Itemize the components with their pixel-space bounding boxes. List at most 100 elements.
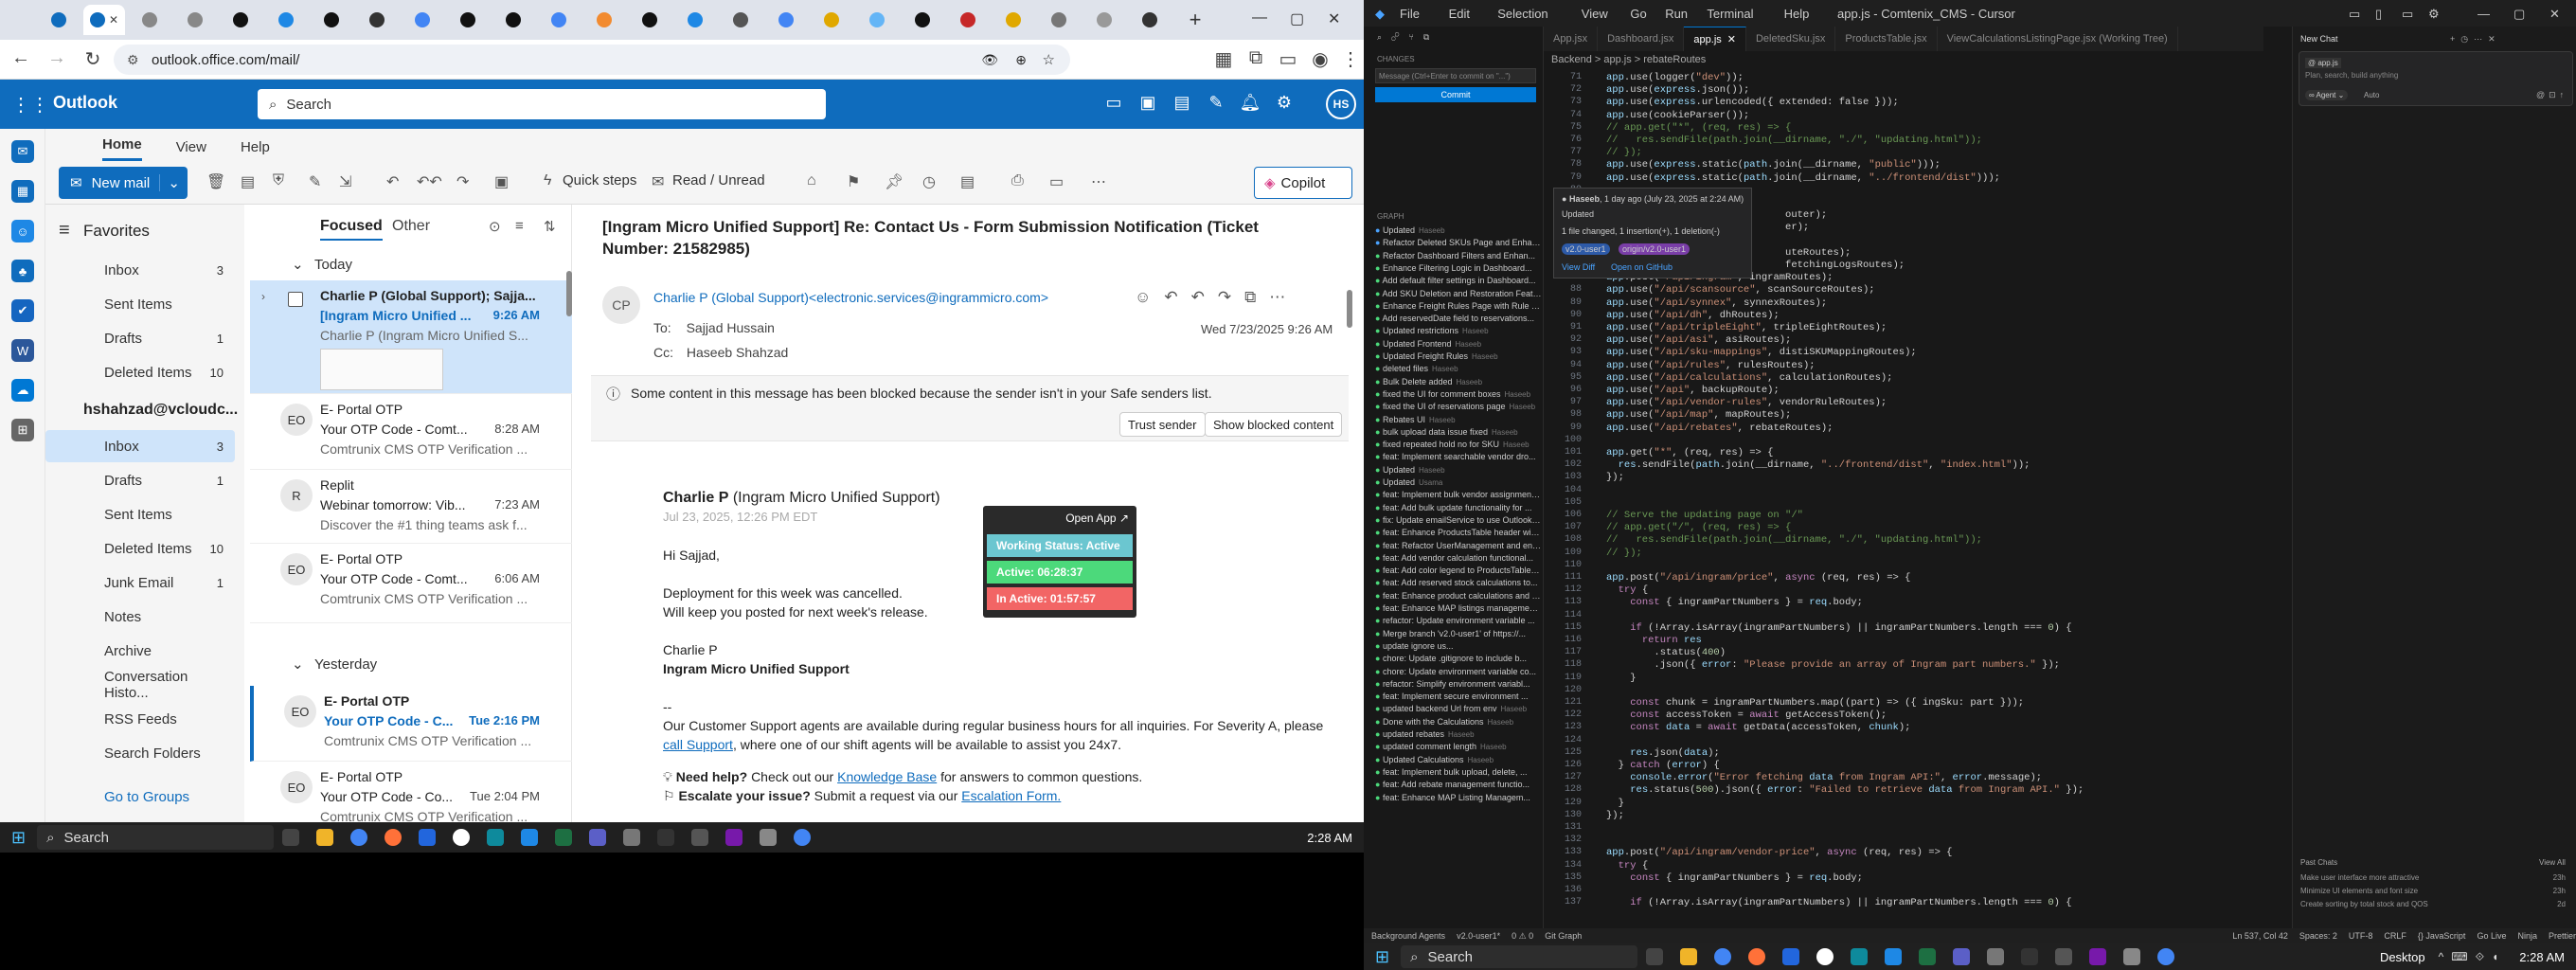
- browser-tab[interactable]: [1129, 5, 1171, 35]
- chrome-icon[interactable]: [1714, 948, 1732, 965]
- commit-item[interactable]: ● feat: Refactor UserManagement and en..…: [1375, 541, 1542, 550]
- commit-item[interactable]: ● updated comment length Haseeb: [1375, 742, 1542, 751]
- reply-icon[interactable]: ↶: [386, 172, 399, 191]
- read-unread-icon[interactable]: ✉: [652, 172, 664, 191]
- folder-item[interactable]: Archive: [45, 635, 235, 667]
- commit-item[interactable]: ● Enhance Filtering Logic in Dashboard..…: [1375, 263, 1542, 273]
- commit-item[interactable]: ● feat: Enhance MAP listings managemen..…: [1375, 603, 1542, 613]
- close-icon[interactable]: ✕: [109, 13, 118, 27]
- status-item[interactable]: Go Live: [2477, 931, 2506, 941]
- trust-sender-button[interactable]: Trust sender: [1119, 412, 1206, 437]
- zoom-icon[interactable]: ⊕: [1015, 52, 1027, 68]
- commit-item[interactable]: ● fixed the UI of reservations page Hasee…: [1375, 402, 1542, 411]
- folder-item[interactable]: Junk Email 1: [45, 566, 235, 599]
- commit-item[interactable]: ● Updated Haseeb: [1375, 465, 1542, 475]
- group-header-today[interactable]: ⌄ Today: [250, 250, 572, 278]
- folder-item[interactable]: RSS Feeds: [45, 703, 235, 735]
- group-header-yesterday[interactable]: ⌄ Yesterday: [250, 650, 572, 678]
- windows-start-icon[interactable]: ⊞: [11, 828, 26, 848]
- open-app-button[interactable]: Open App ↗: [1065, 512, 1129, 525]
- folder-item[interactable]: Inbox 3: [45, 430, 235, 462]
- chat-toolbar-icons[interactable]: +◷⋯✕: [2450, 34, 2501, 45]
- todo-check-icon[interactable]: ✔: [11, 299, 34, 322]
- chrome-icon[interactable]: [794, 829, 812, 846]
- rules-icon[interactable]: ▤: [960, 172, 975, 191]
- knowledge-base-link[interactable]: Knowledge Base: [837, 769, 937, 784]
- eye-icon[interactable]: 👁: [981, 52, 998, 68]
- address-bar[interactable]: ⚙ outlook.office.com/mail/ 👁 ⊕ ☆: [114, 45, 1070, 75]
- menu-item[interactable]: View: [1582, 7, 1608, 21]
- new-mail-button[interactable]: ✉ New mail ⌄: [59, 167, 188, 199]
- desktop-label[interactable]: Desktop: [2380, 950, 2425, 964]
- close-window-icon[interactable]: ✕: [2549, 7, 2560, 22]
- commit-item[interactable]: ● chore: Update environment variable co.…: [1375, 667, 1542, 676]
- commit-item[interactable]: ● Updated Haseeb: [1375, 225, 1542, 235]
- list-scrollbar[interactable]: [566, 271, 572, 316]
- status-item[interactable]: Prettier: [2549, 931, 2576, 941]
- commit-item[interactable]: ● Refactor Dashboard Filters and Enhan..…: [1375, 251, 1542, 260]
- immersive-reader-icon[interactable]: ▭: [1049, 172, 1064, 191]
- commit-item[interactable]: ● Bulk Delete added Haseeb: [1375, 377, 1542, 386]
- escalation-form-link[interactable]: Escalation Form.: [961, 788, 1061, 803]
- taskbar-clock[interactable]: 2:28 AM: [1307, 831, 1352, 845]
- status-item[interactable]: v2.0-user1*: [1457, 931, 1500, 941]
- tray-icons[interactable]: ^⌨⟐◖: [2439, 950, 2507, 964]
- sender-avatar[interactable]: CP: [602, 286, 640, 324]
- teams-icon[interactable]: [589, 829, 607, 846]
- agent-mode-select[interactable]: ∞ Agent ⌄: [2305, 90, 2349, 100]
- app-icon[interactable]: [521, 829, 539, 846]
- delete-icon[interactable]: 🗑︎: [206, 172, 225, 191]
- chat-send-icons[interactable]: @⊡↑: [2536, 90, 2567, 100]
- status-item[interactable]: CRLF: [2384, 931, 2406, 941]
- people-icon[interactable]: ☺: [11, 220, 34, 242]
- windows-start-icon[interactable]: ⊞: [1375, 947, 1389, 967]
- favorite-item[interactable]: Inbox 3: [45, 254, 235, 286]
- browser-tab[interactable]: [856, 5, 898, 35]
- status-item[interactable]: Spaces: 2: [2299, 931, 2337, 941]
- sweep-icon[interactable]: ✎: [309, 172, 321, 191]
- onenote-icon[interactable]: [2089, 948, 2107, 965]
- close-icon[interactable]: ✕: [1727, 33, 1736, 45]
- app-icon[interactable]: [487, 829, 505, 846]
- commit-item[interactable]: ● feat: Add vendor calculation functiona…: [1375, 553, 1542, 563]
- app-icon[interactable]: [2123, 948, 2141, 965]
- commit-item[interactable]: ● Add SKU Deletion and Restoration Feat.…: [1375, 289, 1542, 298]
- menu-item[interactable]: Selection: [1497, 7, 1547, 21]
- more-options-icon[interactable]: ⋯: [1091, 172, 1106, 191]
- flag-icon[interactable]: ⚑: [847, 172, 860, 191]
- avatar[interactable]: HS: [1326, 89, 1356, 119]
- tab-view[interactable]: View: [176, 139, 206, 161]
- folder-item[interactable]: Deleted Items 10: [45, 532, 235, 565]
- favorite-item[interactable]: Sent Items: [45, 288, 235, 320]
- model-select[interactable]: Auto: [2364, 91, 2379, 99]
- bookmark-star-icon[interactable]: ☆: [1043, 51, 1055, 68]
- commit-item[interactable]: ● Done with the Calculations Haseeb: [1375, 717, 1542, 727]
- commit-item[interactable]: ● fixed repeated hold no for SKU Haseeb: [1375, 440, 1542, 449]
- folder-item[interactable]: Conversation Histo...: [45, 669, 235, 701]
- tab-home[interactable]: Home: [102, 136, 142, 161]
- app-icon[interactable]: [419, 829, 437, 846]
- commit-item[interactable]: ● feat: Enhance MAP Listing Managem...: [1375, 793, 1542, 802]
- onenote-icon[interactable]: [725, 829, 743, 846]
- gear-icon[interactable]: ⚙: [1273, 93, 1296, 113]
- meet-now-icon[interactable]: ▭: [1102, 93, 1125, 113]
- commit-item[interactable]: ● Add reservedDate field to reservations…: [1375, 314, 1542, 323]
- go-to-groups-link[interactable]: Go to Groups: [104, 789, 189, 805]
- commit-item[interactable]: ● Merge branch 'v2.0-user1' of https://.…: [1375, 629, 1542, 638]
- sort-icon[interactable]: ⇅: [544, 218, 556, 235]
- firefox-icon[interactable]: [1748, 948, 1766, 965]
- firefox-icon[interactable]: [385, 829, 402, 846]
- status-item[interactable]: {} JavaScript: [2418, 931, 2466, 941]
- commit-item[interactable]: ● fixed the UI for comment boxes Haseeb: [1375, 389, 1542, 399]
- message-item[interactable]: EO E- Portal OTP Your OTP Code - Comt... 8:…: [250, 394, 572, 470]
- select-checkbox[interactable]: [288, 292, 303, 307]
- close-window-icon[interactable]: ✕: [1328, 9, 1340, 28]
- print-icon[interactable]: ⎙: [1011, 172, 1024, 189]
- browser-menu-icon[interactable]: ⋮: [1339, 47, 1362, 71]
- excel-icon[interactable]: [1919, 948, 1937, 965]
- call-support-link[interactable]: call Support: [663, 737, 733, 752]
- commit-item[interactable]: ● Add default filter settings in Dashboa…: [1375, 276, 1542, 285]
- terminal-icon[interactable]: [657, 829, 675, 846]
- lightning-icon[interactable]: ϟ: [544, 172, 551, 189]
- favorite-item[interactable]: Deleted Items 10: [45, 356, 235, 388]
